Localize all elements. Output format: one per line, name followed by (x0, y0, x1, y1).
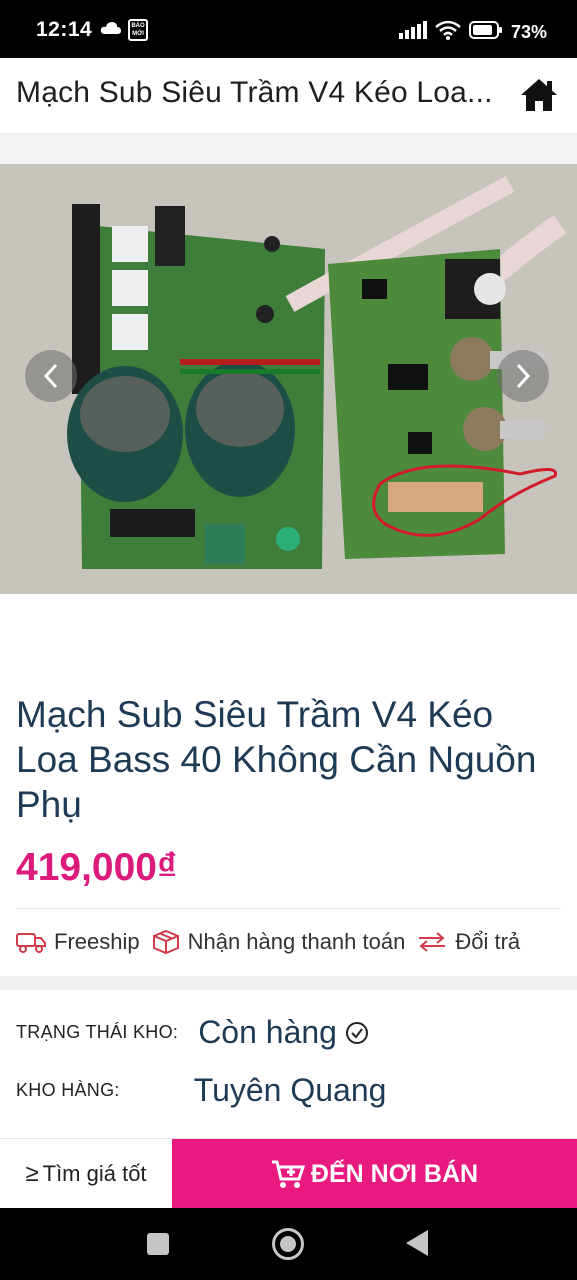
divider (16, 908, 561, 909)
status-bar: 12:14 BÁO MỚI 73% (0, 0, 577, 58)
box-icon (152, 929, 179, 955)
home-button[interactable] (272, 1228, 304, 1260)
signal-icon (398, 21, 427, 44)
feature-freeship: Freeship (16, 929, 140, 955)
chevron-right-icon (516, 363, 531, 389)
warehouse-value: Tuyên Quang (193, 1072, 387, 1108)
feature-cod: Nhận hàng thanh toán (152, 929, 406, 955)
chevron-left-icon (43, 363, 58, 389)
cloud-icon (100, 21, 122, 40)
stock-label: TRẠNG THÁI KHO: (16, 1022, 179, 1042)
recent-apps-button[interactable] (147, 1233, 169, 1255)
feature-label: Freeship (54, 929, 140, 954)
feature-list[interactable]: Freeship Nhận hàng thanh toán Đổi trả (16, 924, 577, 960)
find-best-price-button[interactable]: ≥ Tìm giá tốt (0, 1139, 172, 1209)
stock-value-text: Còn hàng (198, 1014, 337, 1050)
section-divider (0, 976, 577, 990)
feature-label: Nhận hàng thanh toán (187, 929, 406, 954)
greater-equal-icon: ≥ (25, 1160, 39, 1187)
page-title: Mạch Sub Siêu Trầm V4 Kéo Loa... (16, 76, 493, 109)
go-to-seller-label: ĐẾN NƠI BÁN (310, 1159, 479, 1188)
product-title: Mạch Sub Siêu Trầm V4 Kéo Loa Bass 40 Kh… (16, 694, 537, 825)
feature-label: Đổi trả (455, 929, 521, 954)
system-nav-bar (0, 1208, 577, 1280)
product-image[interactable] (0, 164, 577, 594)
wifi-icon (435, 20, 461, 45)
news-app-badge: BÁO MỚI (128, 19, 148, 41)
stock-value: Còn hàng (198, 1014, 369, 1051)
exchange-icon (419, 932, 446, 952)
find-best-price-label: Tìm giá tốt (42, 1161, 147, 1186)
stock-row: TRẠNG THÁI KHO: Còn hàng (16, 1014, 369, 1051)
cart-plus-icon (271, 1160, 305, 1188)
check-circle-icon (345, 1021, 368, 1044)
app-header: Mạch Sub Siêu Trầm V4 Kéo Loa... (0, 58, 577, 134)
carousel-prev-button[interactable] (25, 350, 77, 402)
status-time: 12:14 (36, 18, 93, 41)
warehouse-label: KHO HÀNG: (16, 1080, 120, 1100)
status-indicators: 73% (398, 20, 547, 45)
warehouse-row: KHO HÀNG: Tuyên Quang (16, 1072, 386, 1109)
header-spacer (0, 134, 577, 164)
product-details: Mạch Sub Siêu Trầm V4 Kéo Loa Bass 40 Kh… (0, 594, 577, 1140)
battery-icon (468, 21, 503, 44)
carousel-next-button[interactable] (497, 350, 549, 402)
go-to-seller-button[interactable]: ĐẾN NƠI BÁN (172, 1139, 577, 1209)
truck-icon (16, 933, 46, 953)
battery-percent: 73% (510, 22, 547, 42)
home-icon[interactable] (519, 76, 559, 119)
feature-return: Đổi trả (417, 929, 520, 955)
product-price: 419,000₫ (16, 846, 177, 889)
back-button[interactable] (406, 1230, 428, 1256)
bottom-action-bar: ≥ Tìm giá tốt ĐẾN NƠI BÁN (0, 1138, 577, 1209)
